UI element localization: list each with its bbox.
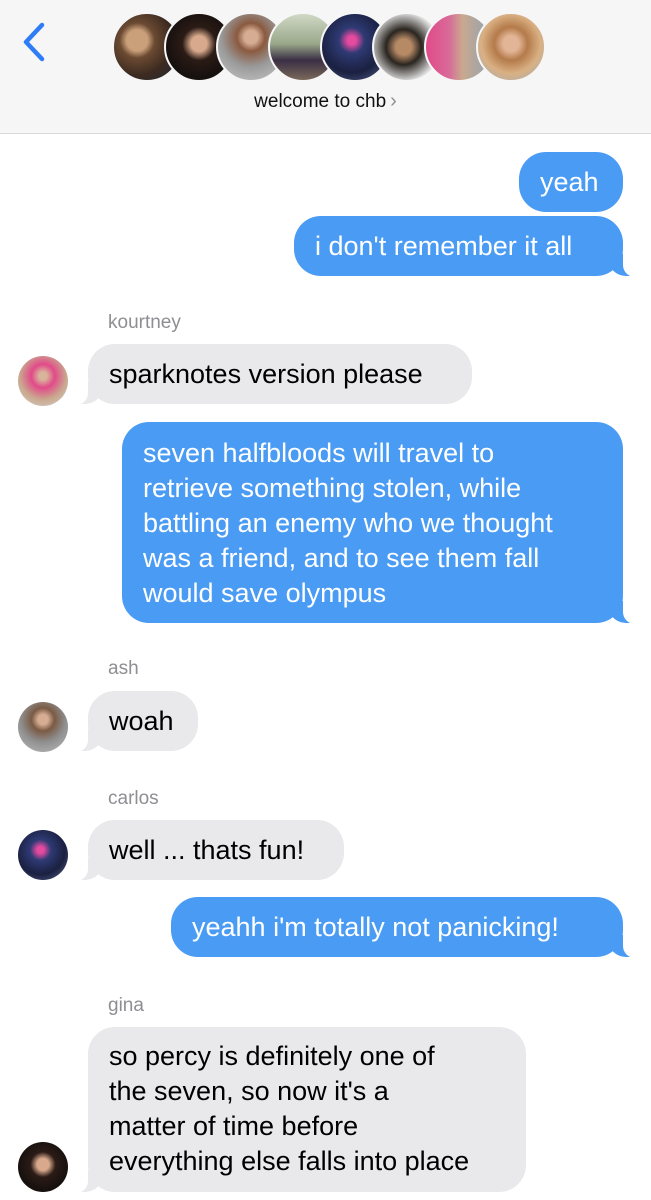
message-bubble-received[interactable]: woah [74, 691, 198, 752]
message-text-line: everything else falls into place [109, 1146, 470, 1176]
message-text-line: would save olympus [143, 578, 387, 608]
avatar [476, 12, 546, 82]
conversation-header: welcome to chb › [0, 0, 651, 134]
sender-name: ash [108, 658, 139, 679]
message-text-line: was a friend, and to see them fall [143, 543, 540, 573]
message-bubble-sent[interactable]: yeahh i'm totally not panicking! [171, 897, 637, 958]
avatar [18, 1142, 68, 1192]
back-button[interactable] [14, 20, 54, 64]
message-text: woah [109, 706, 174, 736]
message-text-line: retrieve something stolen, while [143, 473, 522, 503]
message-text: well ... thats fun! [109, 835, 305, 865]
message-bubble-received[interactable]: so percy is definitely one of the seven,… [74, 1027, 526, 1193]
message-bubble-received[interactable]: well ... thats fun! [74, 820, 344, 881]
avatar [18, 356, 68, 406]
message-text-line: matter of time before [109, 1111, 359, 1141]
message-text-line: seven halfbloods will travel to [143, 438, 495, 468]
group-name: welcome to chb [254, 91, 387, 112]
chevron-right-icon: › [390, 90, 397, 112]
message-bubble-sent[interactable]: i don't remember it all [294, 216, 637, 277]
message-text-line: so percy is definitely one of [109, 1041, 435, 1071]
avatar [18, 702, 68, 752]
message-text-line: battling an enemy who we thought [143, 508, 553, 538]
sender-name: kourtney [108, 312, 181, 333]
avatar [18, 830, 68, 880]
message-bubble-sent[interactable]: seven halfbloods will travel to retrieve… [122, 422, 637, 624]
message-bubble-received[interactable]: sparknotes version please [74, 344, 472, 405]
message-text: sparknotes version please [109, 359, 423, 389]
message-bubble-sent[interactable]: yeah [519, 152, 623, 212]
sender-name: carlos [108, 788, 159, 809]
sender-name: gina [108, 995, 144, 1016]
message-text: i don't remember it all [315, 231, 573, 261]
message-text: yeah [540, 167, 599, 197]
message-text-line: the seven, so now it's a [109, 1076, 389, 1106]
chevron-left-icon [23, 22, 45, 62]
group-name-button[interactable]: welcome to chb › [0, 90, 651, 113]
message-text: yeahh i'm totally not panicking! [192, 912, 559, 942]
